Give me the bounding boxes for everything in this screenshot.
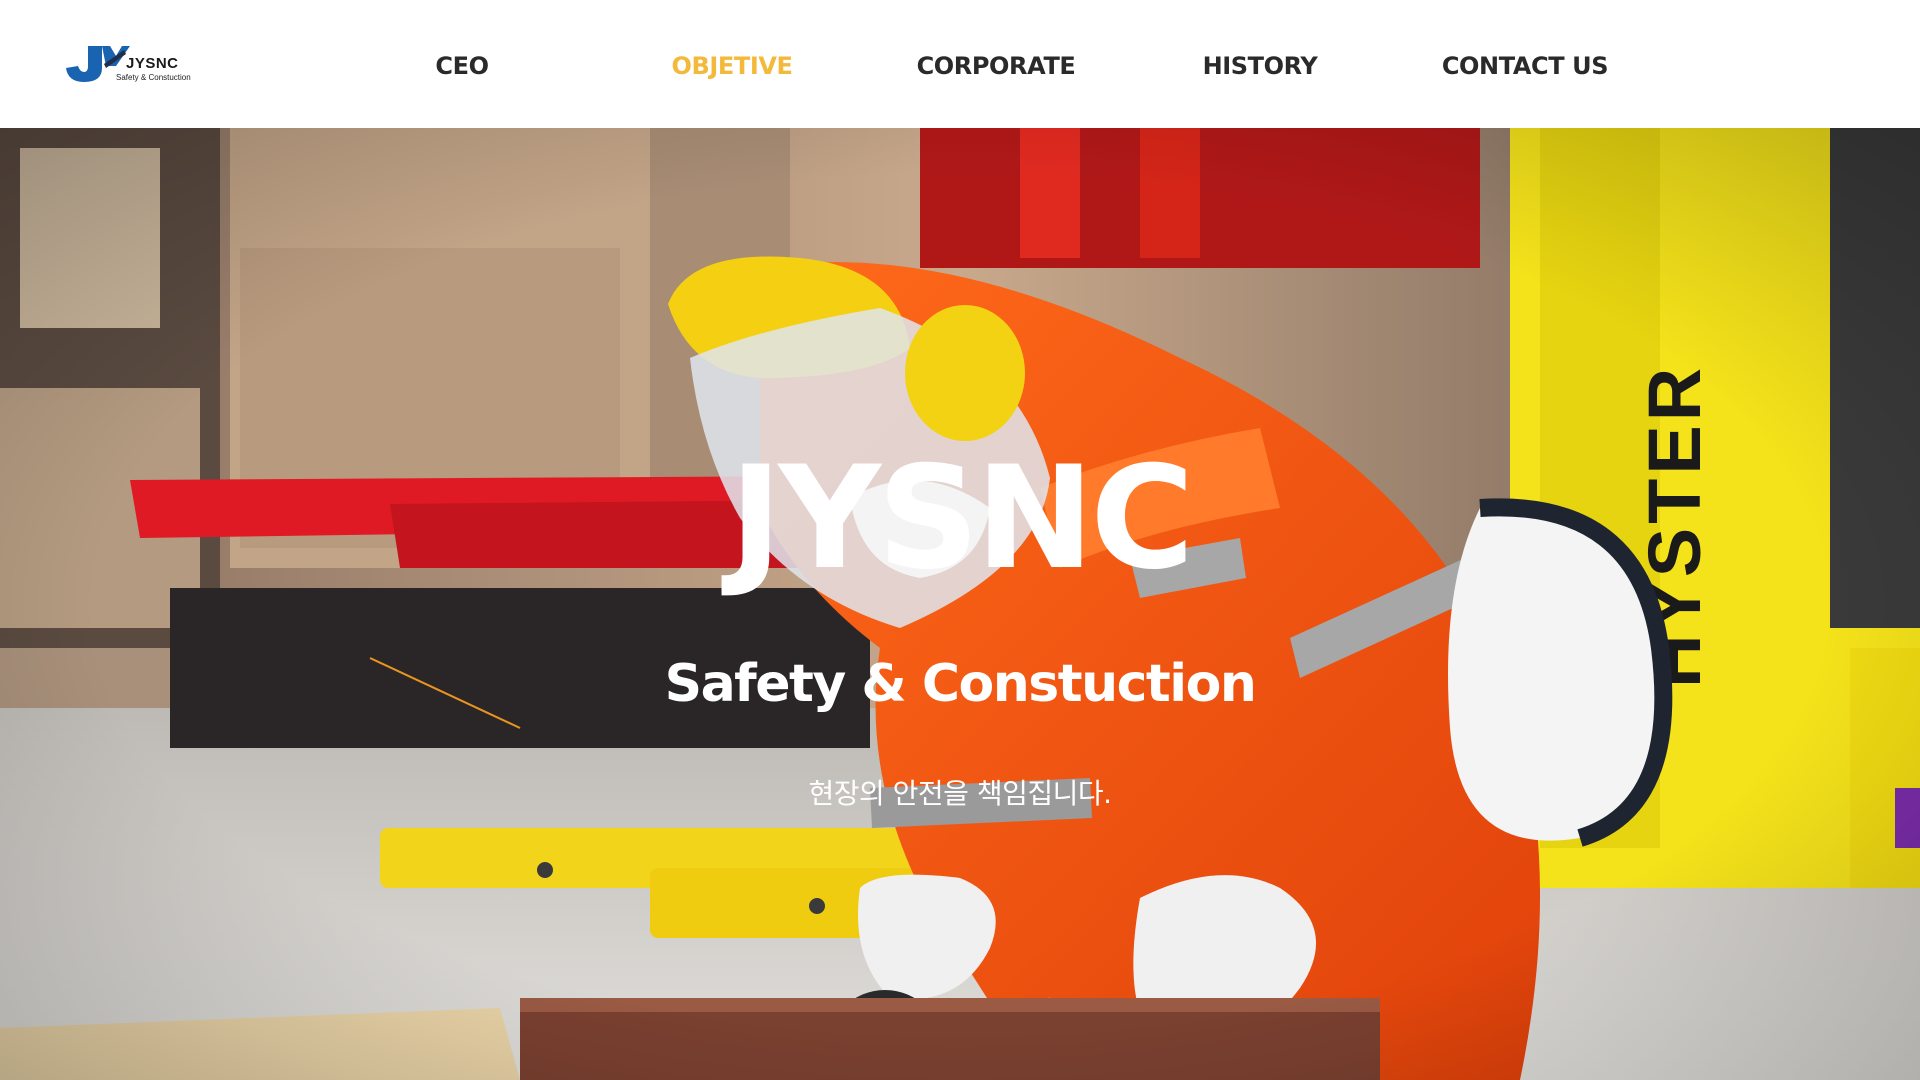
hero-subtitle: Safety & Constuction (664, 654, 1257, 714)
nav-item-objetive[interactable]: OBJETIVE (662, 48, 802, 84)
main-nav: CEO OBJETIVE CORPORATE HISTORY CONTACT U… (0, 0, 1920, 128)
nav-item-corporate[interactable]: CORPORATE (912, 48, 1080, 84)
hero-text-overlay: JYSNC Safety & Constuction 현장의 안전을 책임집니다… (0, 128, 1920, 1080)
hero-tagline: 현장의 안전을 책임집니다. (808, 777, 1112, 810)
nav-item-contact-us[interactable]: CONTACT US (1440, 48, 1610, 84)
nav-item-ceo[interactable]: CEO (420, 48, 504, 84)
hero-title: JYSNC (729, 436, 1195, 601)
nav-item-history[interactable]: HISTORY (1196, 48, 1324, 84)
hero-section: HYSTER (0, 128, 1920, 1080)
site-header: JYSNC Safety & Constuction CEO OBJETIVE … (0, 0, 1920, 128)
